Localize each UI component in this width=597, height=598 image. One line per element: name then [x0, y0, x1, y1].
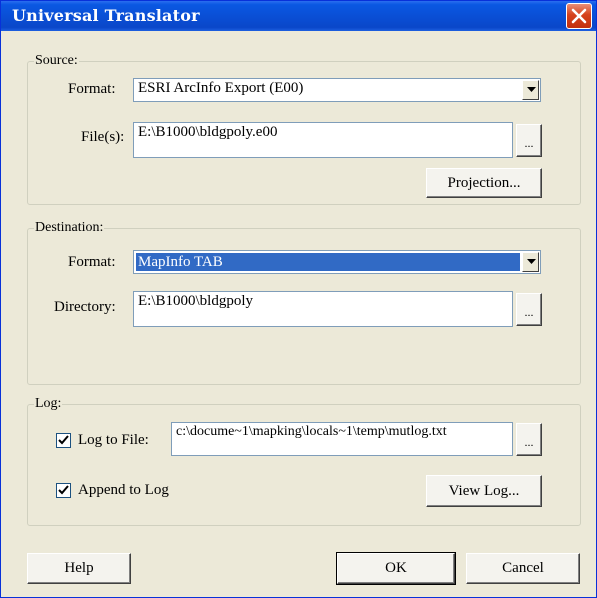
source-browse-button[interactable]: ...: [516, 124, 542, 157]
check-icon: [58, 485, 69, 495]
window-title: Universal Translator: [12, 6, 200, 25]
append-to-log-checkbox[interactable]: [56, 483, 71, 498]
destination-directory-input[interactable]: E:\B1000\bldgpoly: [133, 291, 513, 327]
destination-format-label: Format:: [68, 254, 116, 270]
view-log-button[interactable]: View Log...: [426, 475, 542, 507]
source-format-label: Format:: [68, 81, 116, 97]
projection-button[interactable]: Projection...: [426, 168, 542, 198]
log-to-file-label[interactable]: Log to File:: [78, 432, 149, 449]
ok-button-label: OK: [385, 560, 407, 576]
destination-directory-label: Directory:: [54, 299, 116, 315]
ok-button[interactable]: OK: [336, 552, 456, 585]
source-format-dropdown-button[interactable]: [522, 80, 539, 100]
log-to-file-checkbox[interactable]: [56, 433, 71, 448]
source-files-input[interactable]: E:\B1000\bldgpoly.e00: [133, 122, 513, 158]
log-path-input[interactable]: c:\docume~1\mapking\locals~1\temp\mutlog…: [171, 422, 513, 456]
view-log-button-label: View Log...: [448, 482, 520, 499]
destination-legend: Destination:: [35, 220, 104, 235]
log-browse-label: ...: [524, 435, 534, 449]
source-legend: Source:: [35, 53, 78, 68]
destination-browse-button[interactable]: ...: [516, 293, 542, 326]
chevron-down-icon: [527, 87, 536, 92]
source-files-label: File(s):: [81, 129, 125, 145]
source-format-select[interactable]: ESRI ArcInfo Export (E00): [133, 78, 541, 102]
log-path-value: c:\docume~1\mapking\locals~1\temp\mutlog…: [176, 424, 447, 439]
help-button-label: Help: [64, 560, 94, 576]
source-files-value: E:\B1000\bldgpoly.e00: [138, 124, 278, 140]
cancel-button[interactable]: Cancel: [466, 553, 580, 584]
destination-format-dropdown-button[interactable]: [522, 252, 539, 272]
source-browse-label: ...: [524, 136, 534, 150]
chevron-down-icon: [527, 259, 536, 264]
log-legend: Log:: [35, 396, 62, 411]
close-button[interactable]: [566, 3, 592, 29]
destination-format-value: MapInfo TAB: [136, 253, 520, 271]
universal-translator-dialog: Universal Translator Source: Format: ESR…: [0, 0, 597, 598]
title-bar[interactable]: Universal Translator: [1, 1, 596, 31]
append-to-log-label[interactable]: Append to Log: [78, 482, 169, 499]
destination-browse-label: ...: [524, 305, 534, 319]
source-format-value: ESRI ArcInfo Export (E00): [138, 80, 304, 96]
destination-format-select[interactable]: MapInfo TAB: [133, 250, 541, 274]
cancel-button-label: Cancel: [502, 560, 544, 576]
projection-button-label: Projection...: [447, 174, 521, 191]
check-icon: [58, 435, 69, 445]
destination-directory-value: E:\B1000\bldgpoly: [138, 293, 254, 309]
log-browse-button[interactable]: ...: [516, 423, 542, 456]
close-x-icon: [571, 8, 587, 24]
help-button[interactable]: Help: [27, 553, 131, 584]
